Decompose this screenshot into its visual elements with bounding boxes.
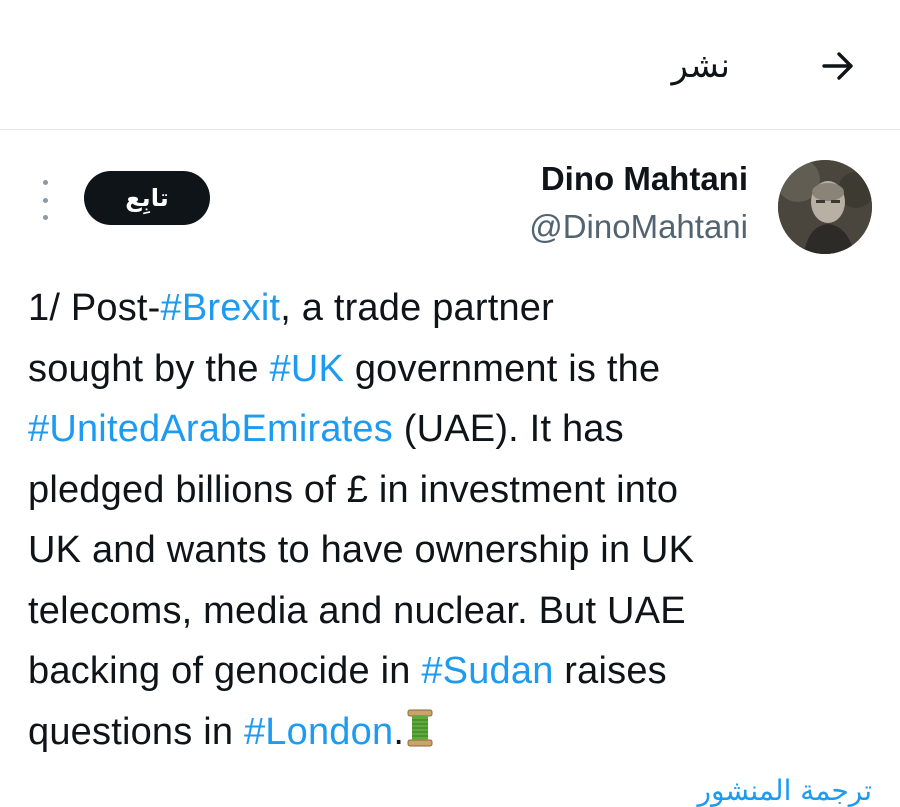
author-handle[interactable]: @DinoMahtani bbox=[529, 208, 748, 246]
tweet-text-segment: backing of genocide in bbox=[28, 650, 422, 692]
translate-post-link[interactable]: ترجمة المنشور bbox=[697, 774, 872, 807]
back-button[interactable] bbox=[816, 44, 860, 88]
tweet-text: 1/ Post-#Brexit, a trade partner sought b… bbox=[28, 278, 873, 762]
avatar-photo bbox=[778, 160, 872, 254]
tweet-text-segment: UK and wants to have ownership in UK bbox=[28, 529, 695, 571]
vertical-ellipsis-icon bbox=[42, 180, 48, 185]
top-bar: نشر bbox=[0, 0, 900, 130]
hashtag-link[interactable]: #Sudan bbox=[421, 650, 553, 692]
tweet-text-segment: . bbox=[393, 710, 405, 753]
vertical-ellipsis-icon bbox=[42, 215, 48, 220]
tweet-text-segment: (UAE). It has bbox=[392, 408, 624, 450]
tweet-text-segment: questions in bbox=[28, 710, 244, 753]
tweet-text-segment: sought by the bbox=[28, 347, 270, 390]
author-name[interactable]: Dino Mahtani bbox=[541, 160, 748, 198]
hashtag-link[interactable]: #Brexit bbox=[161, 287, 281, 329]
more-options-button[interactable] bbox=[36, 180, 54, 220]
hashtag-link[interactable]: #UK bbox=[270, 348, 345, 390]
tweet-text-segment: 1/ Post- bbox=[28, 287, 161, 329]
tweet-text-segment: , a trade partner bbox=[280, 287, 554, 329]
spool-of-thread-icon bbox=[406, 706, 434, 746]
arrow-right-icon bbox=[822, 52, 853, 80]
tweet-text-segment: pledged billions of £ in investment into bbox=[28, 468, 679, 511]
tweet-text-segment: raises bbox=[553, 650, 667, 692]
page-title: نشر bbox=[671, 46, 730, 86]
follow-button[interactable]: تابِع bbox=[84, 171, 210, 225]
hashtag-link[interactable]: #London bbox=[244, 711, 393, 753]
avatar[interactable] bbox=[778, 160, 872, 254]
tweet-text-segment: government is the bbox=[344, 347, 661, 390]
hashtag-link[interactable]: #UnitedArabEmirates bbox=[28, 408, 393, 450]
tweet-text-segment: telecoms, media and nuclear. But UAE bbox=[28, 589, 686, 632]
vertical-ellipsis-icon bbox=[42, 197, 48, 203]
